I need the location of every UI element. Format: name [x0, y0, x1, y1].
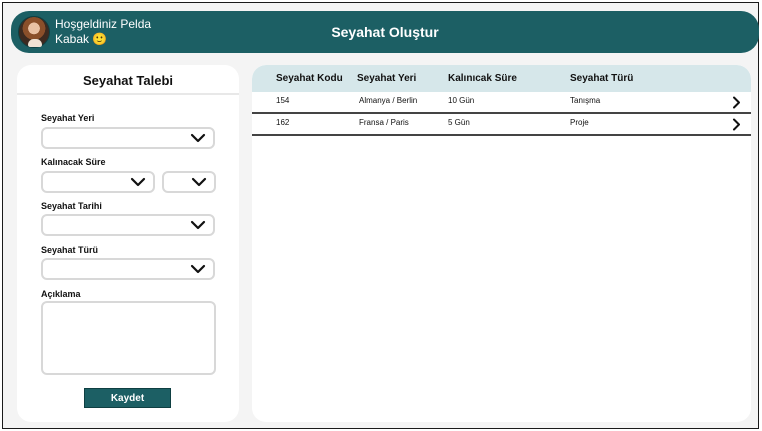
travel-table: Seyahat Kodu Seyahat Yeri Kalınıcak Süre…	[252, 65, 751, 422]
cell-code: 162	[276, 118, 290, 127]
type-select[interactable]	[41, 258, 215, 280]
description-textarea[interactable]	[41, 301, 216, 375]
chevron-down-icon	[190, 264, 206, 274]
date-select[interactable]	[41, 214, 215, 236]
welcome-text: Hoşgeldiniz Pelda Kabak 🙂	[55, 17, 175, 47]
cell-duration: 5 Gün	[448, 118, 470, 127]
welcome-line-2: Kabak 🙂	[55, 32, 108, 46]
avatar[interactable]	[18, 16, 50, 48]
welcome-line-1: Hoşgeldiniz Pelda	[55, 17, 152, 31]
destination-select[interactable]	[41, 127, 215, 149]
cell-place: Fransa / Paris	[359, 118, 409, 127]
chevron-down-icon	[190, 133, 206, 143]
chevron-right-icon[interactable]	[732, 118, 741, 131]
table-row[interactable]: 154 Almanya / Berlin 10 Gün Tanışma	[252, 92, 751, 114]
duration-unit-select[interactable]	[162, 171, 216, 193]
table-row[interactable]: 162 Fransa / Paris 5 Gün Proje	[252, 114, 751, 136]
description-label: Açıklama	[41, 289, 81, 299]
cell-place: Almanya / Berlin	[359, 96, 418, 105]
destination-label: Seyahat Yeri	[41, 113, 95, 123]
chevron-down-icon	[130, 177, 146, 187]
top-bar: Hoşgeldiniz Pelda Kabak 🙂 Seyahat Oluştu…	[11, 11, 759, 53]
cell-duration: 10 Gün	[448, 96, 475, 105]
chevron-down-icon	[190, 220, 206, 230]
column-header-duration[interactable]: Kalınıcak Süre	[448, 73, 517, 84]
form-divider	[17, 93, 239, 95]
column-header-code[interactable]: Seyahat Kodu	[276, 73, 343, 84]
table-header: Seyahat Kodu Seyahat Yeri Kalınıcak Süre…	[252, 65, 751, 92]
cell-type: Proje	[570, 118, 589, 127]
chevron-right-icon[interactable]	[732, 96, 741, 109]
type-label: Seyahat Türü	[41, 245, 99, 255]
duration-label: Kalınacak Süre	[41, 157, 106, 167]
duration-amount-select[interactable]	[41, 171, 155, 193]
form-title: Seyahat Talebi	[82, 73, 174, 88]
cell-code: 154	[276, 96, 290, 105]
column-header-place[interactable]: Seyahat Yeri	[357, 73, 416, 84]
date-label: Seyahat Tarihi	[41, 201, 102, 211]
travel-request-form: Seyahat Talebi Seyahat Yeri Kalınacak Sü…	[17, 65, 239, 422]
chevron-down-icon	[191, 177, 207, 187]
save-button[interactable]: Kaydet	[84, 388, 171, 408]
column-header-type[interactable]: Seyahat Türü	[570, 73, 633, 84]
app-frame: Hoşgeldiniz Pelda Kabak 🙂 Seyahat Oluştu…	[2, 2, 759, 429]
cell-type: Tanışma	[570, 96, 601, 105]
